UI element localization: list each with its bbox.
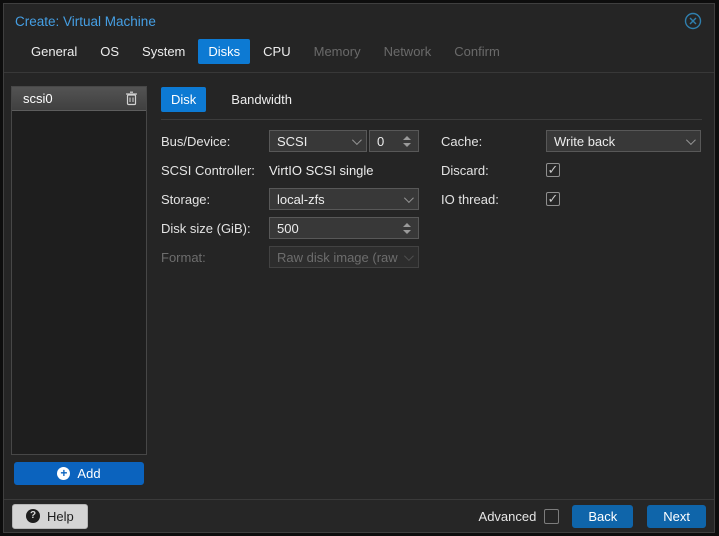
close-icon[interactable] <box>684 12 702 30</box>
bus-device-number-stepper[interactable]: 0 <box>369 130 419 152</box>
help-button[interactable]: ? Help <box>12 503 88 529</box>
cache-select[interactable]: Write back <box>546 130 701 152</box>
wizard-tab-bar: General OS System Disks CPU Memory Netwo… <box>4 32 714 73</box>
disk-size-stepper[interactable]: 500 <box>269 217 419 239</box>
discard-label: Discard: <box>441 162 489 178</box>
trash-icon[interactable] <box>125 91 138 106</box>
subtab-bandwidth[interactable]: Bandwidth <box>221 87 302 112</box>
advanced-checkbox[interactable] <box>544 508 560 524</box>
create-vm-dialog: Create: Virtual Machine General OS Syste… <box>3 3 715 533</box>
form-row-storage-iothread: Storage: local-zfs IO thread: <box>161 188 702 210</box>
subtab-disk[interactable]: Disk <box>161 87 207 112</box>
chevron-down-icon <box>403 250 414 261</box>
storage-select[interactable]: local-zfs <box>269 188 419 210</box>
tab-memory: Memory <box>313 44 361 59</box>
chevron-down-icon <box>403 192 414 203</box>
io-thread-label: IO thread: <box>441 191 499 207</box>
spinner-arrows-icon[interactable] <box>397 222 411 234</box>
advanced-label: Advanced <box>478 508 537 524</box>
chevron-down-icon <box>685 134 696 145</box>
disk-size-label: Disk size (GiB): <box>161 220 251 236</box>
footer-bar: ? Help Advanced Back Next <box>4 499 714 532</box>
form-row-controller-discard: SCSI Controller: VirtIO SCSI single Disc… <box>161 159 702 181</box>
tab-cpu[interactable]: CPU <box>253 39 300 64</box>
main-area: scsi0 + Add Disk Bandwidth Bus/Device: S… <box>4 73 714 485</box>
back-button[interactable]: Back <box>572 504 634 528</box>
format-label: Format: <box>161 249 206 265</box>
tab-os[interactable]: OS <box>90 39 129 64</box>
disk-settings-content: Disk Bandwidth Bus/Device: SCSI 0 Cache:… <box>161 86 702 485</box>
add-disk-button[interactable]: + Add <box>14 462 144 485</box>
disk-list-column: scsi0 + Add <box>11 86 147 485</box>
next-button[interactable]: Next <box>647 504 706 528</box>
disk-item-label: scsi0 <box>23 91 53 106</box>
disk-list: scsi0 <box>11 86 147 456</box>
tab-disks[interactable]: Disks <box>198 39 251 64</box>
title-bar: Create: Virtual Machine <box>4 4 714 32</box>
bus-device-label: Bus/Device: <box>161 133 231 149</box>
cache-label: Cache: <box>441 133 483 149</box>
format-select: Raw disk image (raw <box>269 246 419 268</box>
tab-network: Network <box>383 44 432 59</box>
disk-form: Bus/Device: SCSI 0 Cache: Write back SCS… <box>161 130 702 268</box>
question-circle-icon: ? <box>26 509 40 523</box>
scsi-controller-label: SCSI Controller: <box>161 162 255 178</box>
storage-label: Storage: <box>161 191 211 207</box>
scsi-controller-value: VirtIO SCSI single <box>269 162 374 178</box>
spinner-arrows-icon[interactable] <box>397 135 411 147</box>
disk-list-item-scsi0[interactable]: scsi0 <box>12 87 146 111</box>
plus-circle-icon: + <box>57 467 71 481</box>
io-thread-checkbox[interactable] <box>546 192 560 206</box>
form-row-format: Format: Raw disk image (raw <box>161 246 702 268</box>
tab-general[interactable]: General <box>21 39 87 64</box>
tab-system[interactable]: System <box>132 39 195 64</box>
help-button-label: Help <box>47 508 74 524</box>
form-row-bus-cache: Bus/Device: SCSI 0 Cache: Write back <box>161 130 702 152</box>
disk-subtab-bar: Disk Bandwidth <box>161 87 702 120</box>
add-button-label: Add <box>77 466 101 482</box>
discard-checkbox[interactable] <box>546 163 560 177</box>
chevron-down-icon <box>351 134 362 145</box>
form-row-disk-size: Disk size (GiB): 500 <box>161 217 702 239</box>
dialog-title: Create: Virtual Machine <box>15 13 156 29</box>
bus-device-select[interactable]: SCSI <box>269 130 367 152</box>
tab-confirm: Confirm <box>454 44 500 59</box>
